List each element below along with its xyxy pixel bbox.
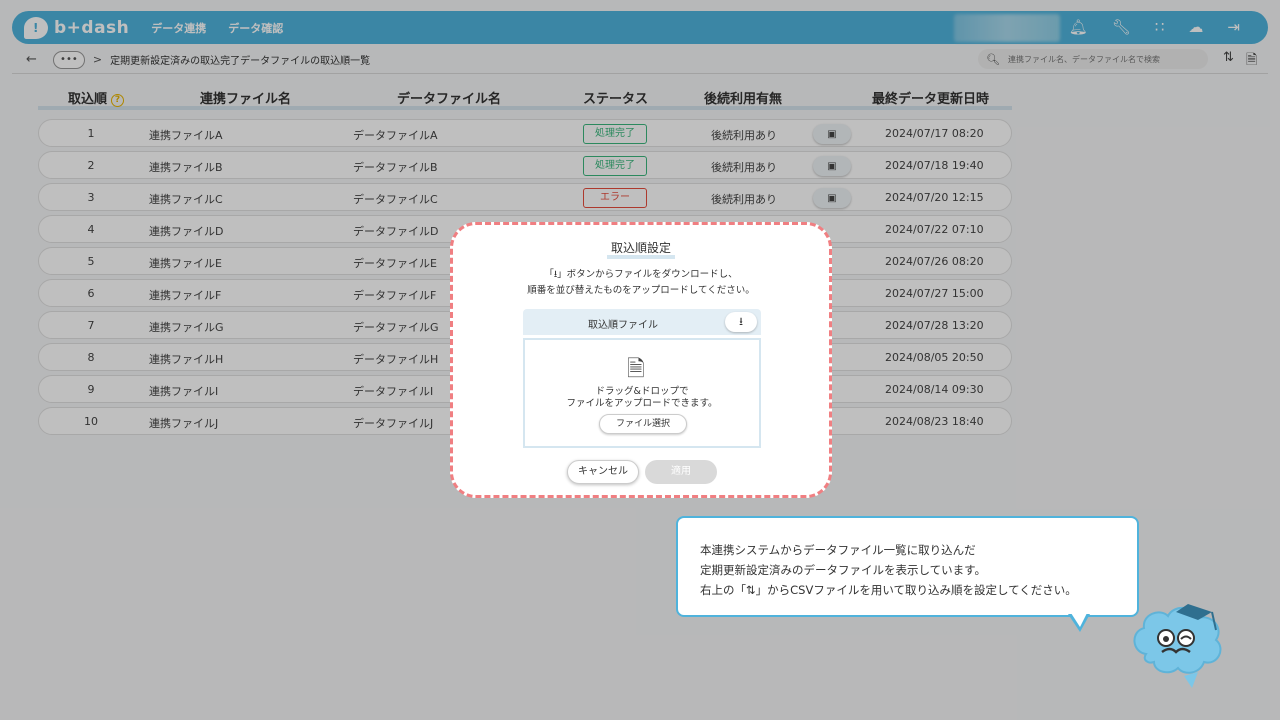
cancel-button[interactable]: キャンセル <box>567 460 639 484</box>
modal-title: 取込順設定 <box>453 241 829 259</box>
bubble-tail-inner <box>1071 613 1087 627</box>
apply-button[interactable]: 適用 <box>645 460 717 484</box>
dropzone-text: ドラッグ&ドロップで ファイルをアップロードできます。 <box>566 386 718 409</box>
sort-order-icon: ⇅ <box>746 583 756 597</box>
order-file-header: 取込順ファイル ⭳ <box>523 309 761 335</box>
modal-description: 「⭳」ボタンからファイルをダウンロードし、 順番を並び替えたものをアップロードし… <box>527 269 755 296</box>
order-file-label: 取込順ファイル <box>588 320 658 331</box>
mascot-icon <box>1133 604 1222 688</box>
guide-text: 本連携システムからデータファイル一覧に取り込んだ 定期更新設定済みのデータファイ… <box>700 543 1077 597</box>
file-select-button[interactable]: ファイル選択 <box>599 414 687 434</box>
download-icon: ⭳ <box>739 315 743 328</box>
guide-bubble: 本連携システムからデータファイル一覧に取り込んだ 定期更新設定済みのデータファイ… <box>676 516 1139 617</box>
file-dropzone[interactable]: 🗎 ドラッグ&ドロップで ファイルをアップロードできます。 ファイル選択 <box>523 338 761 448</box>
download-button[interactable]: ⭳ <box>725 312 757 332</box>
file-upload-icon: 🗎 <box>627 357 645 382</box>
import-order-modal: 取込順設定 「⭳」ボタンからファイルをダウンロードし、 順番を並び替えたものをア… <box>450 222 832 498</box>
